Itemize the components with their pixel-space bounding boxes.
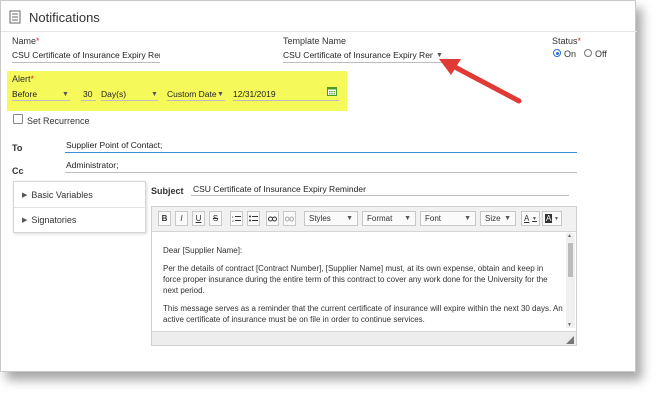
header-divider xyxy=(1,31,637,32)
status-on-radio[interactable] xyxy=(553,49,561,57)
subject-label: Subject xyxy=(151,186,184,196)
variables-panel: ▶ Basic Variables ▶ Signatories xyxy=(13,181,146,233)
alert-date-type-caret-icon[interactable]: ▼ xyxy=(217,91,224,98)
cc-underline xyxy=(65,172,577,173)
size-label: Size xyxy=(485,214,501,223)
notification-window: Notifications Name* CSU Certificate of I… xyxy=(0,0,637,372)
font-dropdown[interactable]: Font ▼ xyxy=(420,211,476,226)
editor-footer xyxy=(152,331,576,345)
chevron-down-icon: ▼ xyxy=(532,215,537,222)
name-label: Name* xyxy=(12,36,40,46)
recurrence-checkbox[interactable] xyxy=(13,114,23,124)
scroll-up-icon[interactable]: ▲ xyxy=(567,233,572,239)
name-underline xyxy=(12,62,160,63)
alert-count-input[interactable]: 30 xyxy=(83,89,95,99)
chevron-down-icon: ▼ xyxy=(504,215,511,222)
chevron-down-icon: ▼ xyxy=(554,215,559,222)
status-off-label: Off xyxy=(595,49,607,59)
alert-when-select[interactable]: Before xyxy=(12,89,57,99)
bulleted-list-icon[interactable] xyxy=(247,211,260,226)
body-paragraph-1: Per the details of contract [Contract Nu… xyxy=(163,264,548,295)
numbered-list-icon[interactable]: 12 xyxy=(230,211,243,226)
status-off-radio[interactable] xyxy=(584,49,592,57)
expand-triangle-icon: ▶ xyxy=(22,216,28,224)
scroll-down-icon[interactable]: ▼ xyxy=(567,322,572,328)
sidebar-item-basic-variables[interactable]: ▶ Basic Variables xyxy=(14,182,145,208)
format-label: Format xyxy=(367,214,393,223)
status-on-label: On xyxy=(564,49,577,59)
scrollbar-thumb[interactable] xyxy=(568,243,573,277)
text-color-button[interactable]: A ▼ xyxy=(521,211,540,226)
body-greeting: Dear [Supplier Name]: xyxy=(163,246,243,255)
name-input[interactable]: CSU Certificate of Insurance Expiry Rer xyxy=(12,50,160,60)
template-select[interactable]: CSU Certificate of Insurance Expiry Remi… xyxy=(283,50,433,60)
sidebar-item-signatories[interactable]: ▶ Signatories xyxy=(14,207,145,232)
rich-text-editor: B I U S 12 Styles ▼ Format ▼ Font ▼ Size… xyxy=(151,206,577,346)
to-underline xyxy=(65,152,577,153)
cc-input[interactable]: Administrator; xyxy=(66,160,366,170)
recurrence-label: Set Recurrence xyxy=(27,116,90,126)
alert-date-type-select[interactable]: Custom Date xyxy=(167,89,217,99)
chevron-down-icon: ▼ xyxy=(404,215,411,222)
resize-handle-icon[interactable] xyxy=(566,336,574,344)
alert-unit-underline xyxy=(101,100,158,101)
calendar-icon[interactable] xyxy=(327,86,337,96)
italic-button[interactable]: I xyxy=(175,211,188,226)
underline-button[interactable]: U xyxy=(192,211,205,226)
template-underline xyxy=(283,62,445,63)
document-icon xyxy=(9,10,21,24)
text-color-label: A xyxy=(524,214,530,223)
alert-count-underline xyxy=(81,100,96,101)
editor-toolbar: B I U S 12 Styles ▼ Format ▼ Font ▼ Size… xyxy=(152,207,576,232)
template-label: Template Name xyxy=(283,36,347,46)
to-input[interactable]: Supplier Point of Contact; xyxy=(66,140,366,150)
sidebar-item-label: Basic Variables xyxy=(31,189,93,200)
alert-date-input[interactable]: 12/31/2019 xyxy=(233,89,293,99)
chevron-down-icon: ▼ xyxy=(464,215,471,222)
bold-button[interactable]: B xyxy=(158,211,171,226)
background-color-button[interactable]: A ▼ xyxy=(542,211,562,226)
strikethrough-button[interactable]: S xyxy=(209,211,222,226)
alert-unit-select[interactable]: Day(s) xyxy=(101,89,146,99)
background-color-label: A xyxy=(545,214,553,223)
subject-input[interactable]: CSU Certificate of Insurance Expiry Remi… xyxy=(193,184,553,194)
alert-unit-caret-icon[interactable]: ▼ xyxy=(151,91,158,98)
size-dropdown[interactable]: Size ▼ xyxy=(480,211,516,226)
editor-scrollbar[interactable]: ▲ ▼ xyxy=(566,233,575,328)
alert-date-type-underline xyxy=(167,100,225,101)
unlink-icon[interactable] xyxy=(283,211,296,226)
status-label: Status* xyxy=(552,36,582,46)
body-paragraph-2: This message serves as a reminder that t… xyxy=(163,304,563,324)
link-icon[interactable] xyxy=(266,211,279,226)
alert-date-underline xyxy=(233,100,339,101)
svg-text:2: 2 xyxy=(232,219,234,223)
red-arrow-icon xyxy=(439,59,522,104)
cc-label: Cc xyxy=(12,166,24,176)
expand-triangle-icon: ▶ xyxy=(22,191,28,199)
to-label: To xyxy=(12,143,23,153)
subject-underline xyxy=(191,195,569,196)
format-dropdown[interactable]: Format ▼ xyxy=(362,211,416,226)
alert-when-caret-icon[interactable]: ▼ xyxy=(62,91,69,98)
sidebar-item-label: Signatories xyxy=(31,214,77,225)
styles-dropdown[interactable]: Styles ▼ xyxy=(304,211,358,226)
page-title: Notifications xyxy=(29,10,100,25)
alert-when-underline xyxy=(12,100,70,101)
editor-content[interactable]: Dear [Supplier Name]: Per the details of… xyxy=(163,245,563,329)
font-label: Font xyxy=(425,214,442,223)
alert-label: Alert* xyxy=(12,74,35,84)
chevron-down-icon: ▼ xyxy=(346,215,353,222)
styles-label: Styles xyxy=(309,214,331,223)
